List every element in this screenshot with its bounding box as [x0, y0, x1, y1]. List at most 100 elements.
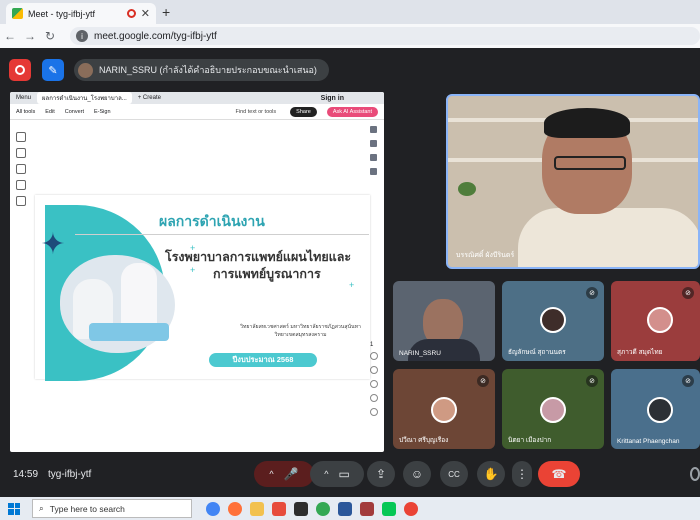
annotate-button[interactable]: ✎ — [42, 59, 64, 81]
camera-control[interactable]: ^ ▭ — [310, 461, 364, 487]
firefox-icon[interactable] — [228, 501, 242, 516]
presentation-slide: ✦ ผลการดำเนินงาน โรงพยาบาลการแพทย์แผนไทย… — [35, 195, 370, 381]
new-tab-button[interactable]: + — [162, 4, 170, 20]
text-select-icon — [16, 196, 26, 206]
participant-tile[interactable]: ⊘ ปวีณา ศรีบุญเรือง — [393, 369, 495, 449]
emoji-button[interactable]: ☺ — [403, 461, 431, 487]
pen-icon — [16, 164, 26, 174]
comment-icon — [370, 126, 377, 133]
url-input[interactable]: i meet.google.com/tyg-ifbj-ytf — [70, 27, 700, 45]
slide-year-badge: ปีงบประมาณ 2568 — [209, 353, 317, 367]
menu-esign: E-Sign — [94, 108, 111, 115]
participant-name: สุภาวดี สมุดไทย — [617, 349, 663, 356]
back-button[interactable]: ← — [0, 29, 20, 43]
recording-indicator-icon — [126, 9, 136, 18]
taskbar-search-input[interactable]: ⌕ Type here to search — [32, 499, 192, 518]
line-icon[interactable] — [382, 501, 396, 516]
attach-icon — [370, 154, 377, 161]
plus-decoration-icon: + — [190, 265, 196, 275]
participant-name: ปวีณา ศรีบุญเรือง — [399, 437, 449, 444]
camera-options-chevron-icon[interactable]: ^ — [324, 469, 328, 479]
participant-name: NARIN_SSRU — [399, 350, 441, 357]
tab-close-icon[interactable]: ✕ — [141, 7, 150, 20]
file-explorer-icon[interactable] — [250, 501, 264, 516]
browser-tab-strip: Meet - tyg-ifbj-ytf ✕ + — [0, 0, 700, 24]
raise-hand-button[interactable]: ✋ — [477, 461, 505, 487]
address-bar-row: ← → ↻ i meet.google.com/tyg-ifbj-ytf — [0, 24, 700, 48]
participant-tile[interactable]: NARIN_SSRU — [393, 281, 495, 361]
microphone-control[interactable]: ^ 🎤 — [254, 461, 314, 487]
slide-divider — [75, 234, 369, 235]
slide-faculty-line1: วิทยาลัยสหเวชศาสตร์ มหาวิทยาลัยราชภัฏสวน… — [240, 324, 361, 330]
end-call-button[interactable]: ☎ — [538, 461, 580, 487]
presenter-label: NARIN_SSRU (กำลังได้คำอธิบายประกอบขณะนำเ… — [99, 65, 317, 75]
bookmark-icon — [370, 140, 377, 147]
plus-decoration-icon: + — [349, 280, 355, 290]
chrome-profile-icon[interactable] — [404, 501, 418, 516]
participant-tile-speaker[interactable]: บรรณิศดิ์ ผังบีรินดร์ — [446, 94, 700, 269]
cursor-icon — [16, 132, 26, 142]
lasso-icon — [16, 180, 26, 190]
avatar — [431, 397, 457, 423]
pencil-icon: ✎ — [48, 64, 58, 77]
shared-share-button: Share — [290, 106, 317, 117]
meet-favicon-icon — [12, 8, 23, 19]
avatar — [647, 307, 673, 333]
mic-off-icon: ⊘ — [586, 287, 598, 299]
menu-convert: Convert — [64, 108, 85, 115]
site-info-icon[interactable]: i — [76, 30, 88, 42]
terminal-icon[interactable] — [294, 501, 308, 516]
mic-off-icon: ⊘ — [682, 287, 694, 299]
mic-options-chevron-icon[interactable]: ^ — [269, 469, 273, 479]
background-plant — [458, 182, 476, 196]
meeting-code: tyg-ifbj-ytf — [48, 469, 92, 480]
chrome-profile-icon[interactable] — [316, 501, 330, 516]
plus-decoration-icon: + — [190, 243, 196, 253]
captions-button[interactable]: CC — [440, 461, 468, 487]
shared-sign-in: Sign in — [320, 94, 344, 102]
zoom-icon — [16, 148, 26, 158]
page-number: 1 — [370, 342, 374, 348]
participant-tile[interactable]: ⊘ นิตยา เมืองปาก — [502, 369, 604, 449]
participant-tile[interactable]: ⊘ Krittanat Phaengchan — [611, 369, 700, 449]
shared-menu-bar: All tools Edit Convert E-Sign Find text … — [10, 104, 384, 120]
mic-off-icon: 🎤 — [283, 467, 299, 481]
url-text: meet.google.com/tyg-ifbj-ytf — [94, 30, 217, 42]
browser-tab[interactable]: Meet - tyg-ifbj-ytf ✕ — [6, 3, 156, 24]
present-button[interactable]: ⇪ — [367, 461, 395, 487]
find-text: Find text or tools — [235, 108, 277, 115]
app-icon[interactable] — [360, 501, 374, 516]
mic-off-icon: ⊘ — [477, 375, 489, 387]
slide-faculty-line2: วิทยาเขตสมุทรสงคราม — [274, 332, 327, 338]
chrome-icon[interactable] — [206, 501, 220, 516]
participant-name: นิตยา เมืองปาก — [508, 437, 552, 444]
presenter-chip[interactable]: NARIN_SSRU (กำลังได้คำอธิบายประกอบขณะนำเ… — [74, 59, 329, 81]
captions-icon: CC — [448, 469, 460, 479]
participant-tile[interactable]: ⊘ ธัญลักษณ์ สุถานนตร — [502, 281, 604, 361]
zoom-out-icon — [370, 408, 378, 416]
presenter-avatar — [78, 62, 93, 78]
record-icon — [15, 65, 25, 75]
windows-taskbar: ⌕ Type here to search — [0, 497, 700, 520]
speaker-hair — [544, 108, 630, 138]
menu-edit: Edit — [45, 108, 55, 115]
avatar — [540, 307, 566, 333]
reload-button[interactable]: ↻ — [40, 29, 60, 43]
camera-icon: ▭ — [338, 467, 350, 481]
scroll-down-icon — [370, 366, 378, 374]
participant-tile[interactable]: ⊘ สุภาวดี สมุดไทย — [611, 281, 700, 361]
university-logo-icon: ✦ — [40, 228, 66, 261]
forward-button[interactable]: → — [20, 29, 40, 43]
app-icon[interactable] — [272, 501, 286, 516]
tab-title: Meet - tyg-ifbj-ytf — [28, 8, 96, 19]
more-options-button[interactable]: ⋮ — [512, 461, 532, 487]
recording-button[interactable] — [9, 59, 31, 81]
windows-start-icon[interactable] — [8, 502, 20, 515]
slide-faculty: วิทยาลัยสหเวชศาสตร์ มหาวิทยาลัยราชภัฏสวน… — [233, 323, 368, 339]
word-icon[interactable] — [338, 501, 352, 516]
speaker-glasses — [554, 156, 626, 170]
avatar — [540, 397, 566, 423]
emoji-icon: ☺ — [410, 467, 424, 481]
shared-tab-create: + Create — [137, 95, 161, 101]
info-icon[interactable] — [690, 467, 700, 481]
